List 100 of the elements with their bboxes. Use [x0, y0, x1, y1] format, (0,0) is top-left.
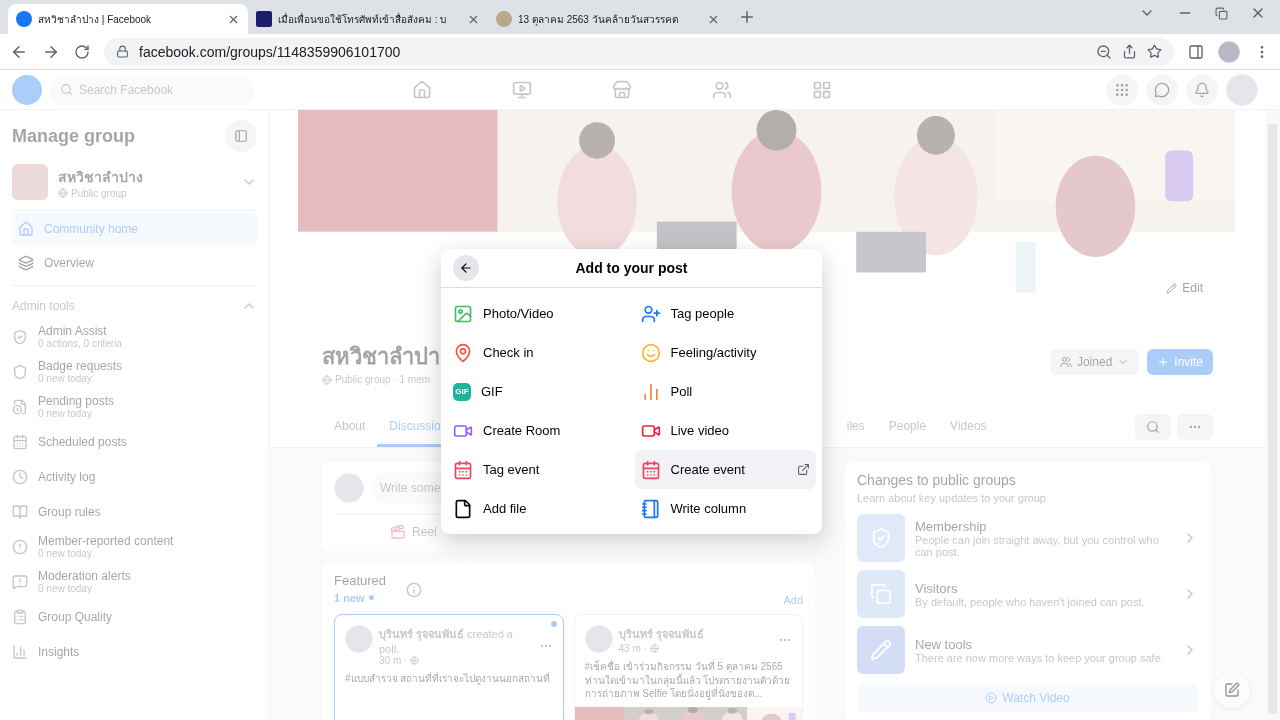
avatar: [345, 625, 373, 653]
side-panel-icon[interactable]: [1188, 43, 1204, 60]
option-item[interactable]: Live video: [634, 411, 816, 450]
image-icon: [453, 303, 473, 324]
home-icon: [18, 221, 34, 237]
joined-button[interactable]: Joined: [1049, 349, 1140, 375]
option-item[interactable]: Add file: [447, 489, 629, 528]
sidebar-item[interactable]: Community home: [12, 213, 257, 245]
search-button[interactable]: [1135, 414, 1171, 440]
avatar: [584, 625, 613, 653]
store-icon[interactable]: [612, 79, 632, 100]
external-icon[interactable]: [797, 463, 810, 476]
book-icon: [12, 503, 28, 520]
share-icon[interactable]: [1122, 44, 1137, 59]
option-item[interactable]: Photo/Video: [447, 294, 629, 333]
alert-icon: [12, 538, 28, 555]
new-dot: [368, 595, 374, 601]
group-tab[interactable]: About: [322, 407, 378, 447]
featured-title: Featured: [334, 573, 387, 588]
search-icon: [1146, 420, 1160, 434]
post-text: #เช็คชื่อ เข้าร่วมกิจกรรม วันที่ 5 ตุลาคม 2565 ท่านใดเข้ามาในกลุ่มนี้แล้ว โปรดรายงานตัวด้วยการถ่ายภาพ Selfie โดยนั่งอยู่ที่นั่งของต...: [584, 660, 792, 701]
globe-icon: [649, 644, 659, 653]
clapperboard-icon: [390, 524, 406, 540]
compose-button[interactable]: [1214, 672, 1250, 708]
calendar-icon: [640, 459, 661, 480]
grid-menu-icon[interactable]: [1106, 73, 1138, 106]
option-item[interactable]: Create event: [634, 450, 816, 489]
group-tab[interactable]: Videos: [938, 407, 999, 447]
home-icon[interactable]: [412, 79, 432, 100]
option-item[interactable]: Check in: [447, 333, 629, 372]
browser-tab[interactable]: เมื่อเพื่อนขอใช้โทรศัพท์เข้าสื่อสังคม : บ: [248, 4, 488, 34]
tablet-icon[interactable]: [812, 79, 832, 100]
smiley-icon: [640, 342, 661, 363]
post-text: #แบบสำรวจ สถานที่ที่เราจะไปดูงานนอกสถานที่: [345, 672, 552, 686]
zoom-out-icon[interactable]: [1096, 43, 1112, 60]
group-tab[interactable]: People: [876, 407, 939, 447]
group-tab[interactable]: iles: [834, 407, 877, 447]
search-icon: [60, 83, 73, 96]
groups-icon[interactable]: [712, 79, 732, 100]
star-icon[interactable]: [1147, 44, 1162, 59]
plus-icon: [1157, 356, 1170, 368]
sidebar-item[interactable]: Insights: [12, 635, 257, 668]
globe-icon: [58, 188, 68, 198]
option-item[interactable]: Feeling/activity: [634, 333, 816, 372]
watch-video-button[interactable]: Watch Video: [857, 684, 1198, 712]
gif-icon: GIF: [453, 382, 471, 401]
dialog-title: Add to your post: [575, 260, 688, 276]
sidebar-item[interactable]: Scheduled posts: [12, 425, 257, 458]
messenger-icon[interactable]: [1146, 73, 1178, 106]
chat-alert-icon: [12, 573, 28, 590]
back-button[interactable]: [453, 255, 479, 281]
avatar: [334, 473, 364, 503]
browser-tab[interactable]: 13 ตุลาคม 2563 วันคล้ายวันสวรรคต: [488, 4, 728, 34]
clock-icon: [12, 468, 28, 485]
post-author: บุรินทร์ รุจจนพันธ์ created a poll.: [379, 627, 514, 655]
play-icon: [985, 692, 998, 704]
globe-icon: [322, 374, 332, 385]
sidebar-item[interactable]: Activity log: [12, 460, 257, 493]
pencil-icon: [1166, 282, 1178, 294]
sidebar-title: Manage group: [12, 125, 135, 147]
sidebar-item[interactable]: Overview: [12, 247, 257, 279]
option-item[interactable]: Tag people: [634, 294, 816, 333]
calendar-icon: [12, 433, 28, 450]
notebook-icon: [640, 498, 661, 519]
globe-icon: [410, 656, 420, 665]
post-author: บุรินทร์ รุจจนพันธ์: [618, 627, 705, 643]
group-title: สหวิชาลำปา: [322, 343, 440, 371]
restore-icon[interactable]: [1215, 5, 1228, 21]
post-clock-icon: [12, 398, 28, 415]
add-link[interactable]: Add: [783, 594, 803, 606]
person-plus-icon: [640, 303, 661, 324]
sidebar-item[interactable]: Group rules: [12, 495, 257, 528]
layers-icon: [18, 255, 34, 271]
option-item[interactable]: Write column: [634, 489, 816, 528]
sidebar-item[interactable]: Group Quality: [12, 600, 257, 633]
tab-title: สหวิชาลำปาง | Facebook: [38, 12, 153, 27]
video-icon[interactable]: [512, 79, 532, 100]
group-name[interactable]: สหวิชาลำปาง: [58, 165, 231, 188]
group-thumbnail: [12, 164, 48, 200]
new-count: 1 new: [334, 592, 365, 604]
pin-icon: [453, 342, 473, 363]
bell-icon[interactable]: [1186, 73, 1218, 106]
browser-tab[interactable]: สหวิชาลำปาง | Facebook: [8, 4, 248, 34]
invite-button[interactable]: Invite: [1147, 349, 1213, 375]
lock-icon: [116, 45, 129, 58]
option-item[interactable]: Tag event: [447, 450, 629, 489]
people-icon: [1059, 356, 1072, 368]
shield-icon: [12, 328, 28, 345]
reload-icon[interactable]: [74, 43, 90, 60]
avatar[interactable]: [1218, 40, 1240, 63]
compose-icon: [1224, 682, 1240, 698]
address-bar[interactable]: facebook.com/groups/1148359906101700: [104, 37, 1174, 66]
collapse-panel-icon[interactable]: [225, 120, 257, 152]
option-item[interactable]: Poll: [634, 372, 816, 411]
new-tab-icon[interactable]: [738, 8, 756, 26]
card-title: Changes to public groups: [857, 472, 1017, 488]
tab-title: 13 ตุลาคม 2563 วันคล้ายวันสวรรคต: [518, 12, 679, 27]
tab-title: เมื่อเพื่อนขอใช้โทรศัพท์เข้าสื่อสังคม : บ: [278, 11, 448, 27]
reel-button[interactable]: Reel: [384, 523, 443, 541]
badge-icon: [12, 363, 28, 380]
